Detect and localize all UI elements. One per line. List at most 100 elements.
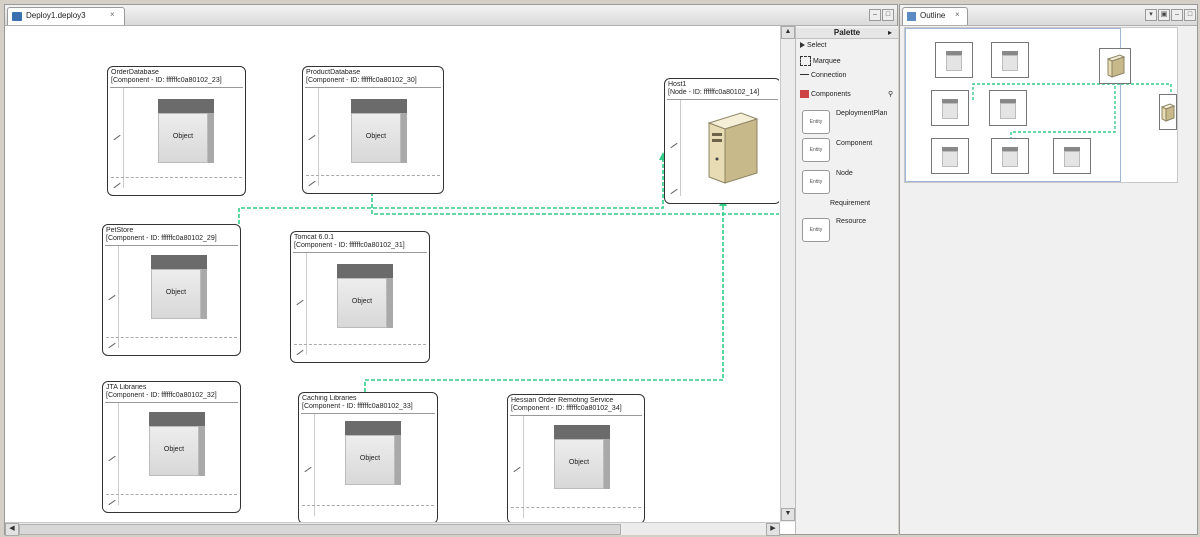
object-cube-icon: Object bbox=[337, 264, 393, 328]
editor-tab[interactable]: Deploy1.deploy3 × bbox=[7, 7, 125, 25]
palette-entry-node[interactable]: Entity Node bbox=[796, 166, 898, 194]
minimize-button[interactable]: – bbox=[1171, 9, 1183, 21]
entity-icon: Entity bbox=[802, 138, 830, 162]
server-icon bbox=[1106, 54, 1126, 78]
outline-component bbox=[931, 90, 969, 126]
entity-icon: Entity bbox=[802, 218, 830, 242]
component-title: PetStore [Component - ID: ffffffc0a80102_… bbox=[106, 227, 217, 242]
outline-node bbox=[1159, 94, 1177, 130]
outline-node bbox=[1099, 48, 1131, 84]
object-cube-icon: Object bbox=[345, 421, 401, 485]
compartment-divider bbox=[302, 505, 434, 506]
outline-component bbox=[1053, 138, 1091, 174]
compartment-divider bbox=[511, 507, 641, 508]
palette-title: Palette bbox=[796, 28, 898, 39]
components-drawer-label: Components bbox=[811, 90, 851, 98]
component-title: OrderDatabase [Component - ID: ffffffc0a8… bbox=[111, 69, 222, 84]
scroll-left-icon[interactable]: ◀ bbox=[5, 523, 19, 536]
editor-tab-label: Deploy1.deploy3 bbox=[26, 11, 86, 20]
object-label: Object bbox=[359, 455, 381, 462]
palette-entry-label: Resource bbox=[836, 218, 866, 225]
compartment-divider bbox=[306, 175, 440, 176]
diagram-editor-pane: Deploy1.deploy3 × – □ OrderDatabase [Comp… bbox=[4, 4, 898, 536]
palette-connection-tool[interactable]: Connection bbox=[800, 72, 846, 84]
node-title: Host1 [Node - ID: ffffffc0a80102_14] bbox=[668, 81, 760, 96]
palette-select-tool[interactable]: Select bbox=[800, 42, 826, 54]
outline-icon bbox=[907, 12, 916, 21]
maximize-button[interactable]: □ bbox=[882, 9, 894, 21]
outline-tab[interactable]: Outline × bbox=[902, 7, 968, 25]
object-label: Object bbox=[163, 446, 185, 453]
component-product-database[interactable]: ProductDatabase [Component - ID: ffffffc0… bbox=[302, 66, 444, 194]
palette-entry-requirement[interactable]: Requirement bbox=[796, 198, 898, 212]
compartment-divider bbox=[294, 344, 426, 345]
marquee-label: Marquee bbox=[813, 57, 841, 65]
object-label: Object bbox=[172, 133, 194, 140]
title-separator bbox=[301, 413, 435, 414]
node-host1[interactable]: Host1 [Node - ID: ffffffc0a80102_14] bbox=[664, 78, 779, 204]
component-jta-libraries[interactable]: JTA Libraries [Component - ID: ffffffc0a8… bbox=[102, 381, 241, 513]
pin-icon[interactable]: ⚲ bbox=[888, 90, 893, 98]
object-label: Object bbox=[365, 133, 387, 140]
outline-component bbox=[991, 42, 1029, 78]
title-separator bbox=[105, 245, 238, 246]
object-label: Object bbox=[351, 298, 373, 305]
deploy-file-icon bbox=[12, 12, 22, 21]
diagram-canvas[interactable]: OrderDatabase [Component - ID: ffffffc0a8… bbox=[5, 26, 779, 522]
component-pet-store[interactable]: PetStore [Component - ID: ffffffc0a80102_… bbox=[102, 224, 241, 356]
component-hessian-service[interactable]: Hessian Order Remoting Service [Component… bbox=[507, 394, 645, 522]
outline-tab-bar: Outline × ▾ ▣ – □ bbox=[900, 5, 1197, 26]
compartment-divider bbox=[106, 494, 237, 495]
horizontal-scrollbar[interactable]: ◀ ▶ bbox=[5, 522, 780, 536]
palette-entry-deploymentplan[interactable]: Entity DeploymentPlan bbox=[796, 106, 898, 134]
compartment-bar bbox=[111, 88, 124, 188]
object-cube-icon: Object bbox=[149, 412, 205, 476]
component-order-database[interactable]: OrderDatabase [Component - ID: ffffffc0a8… bbox=[107, 66, 246, 196]
entity-icon: Entity bbox=[802, 170, 830, 194]
title-separator bbox=[293, 252, 427, 253]
compartment-divider bbox=[111, 177, 242, 178]
object-cube-icon: Object bbox=[151, 255, 207, 319]
horizontal-scroll-thumb[interactable] bbox=[19, 524, 621, 535]
palette-entry-resource[interactable]: Entity Resource bbox=[796, 216, 898, 244]
close-tab-icon[interactable]: × bbox=[110, 10, 115, 19]
object-label: Object bbox=[165, 289, 187, 296]
scroll-up-icon[interactable]: ▲ bbox=[781, 26, 795, 39]
object-cube-icon: Object bbox=[158, 99, 214, 163]
outline-thumbnail-button[interactable]: ▣ bbox=[1158, 9, 1170, 21]
component-title: ProductDatabase [Component - ID: ffffffc0… bbox=[306, 69, 417, 84]
outline-view-menu-button[interactable]: ▾ bbox=[1145, 9, 1157, 21]
component-title: JTA Libraries [Component - ID: ffffffc0a8… bbox=[106, 384, 217, 399]
title-separator bbox=[110, 87, 243, 88]
entity-icon: Entity bbox=[802, 110, 830, 134]
scroll-down-icon[interactable]: ▼ bbox=[781, 508, 795, 521]
maximize-button[interactable]: □ bbox=[1184, 9, 1196, 21]
palette-entry-label: Component bbox=[836, 140, 873, 147]
title-separator bbox=[510, 415, 642, 416]
palette-entry-label: DeploymentPlan bbox=[836, 110, 888, 117]
object-cube-icon: Object bbox=[351, 99, 407, 163]
scroll-right-icon[interactable]: ▶ bbox=[766, 523, 780, 536]
component-caching-libraries[interactable]: Caching Libraries [Component - ID: ffffff… bbox=[298, 392, 438, 522]
outline-thumbnail[interactable] bbox=[904, 27, 1178, 183]
compartment-bar bbox=[106, 403, 119, 505]
server-icon bbox=[1160, 103, 1176, 122]
vertical-scrollbar[interactable]: ▲ ▼ bbox=[780, 26, 795, 522]
palette-marquee-tool[interactable]: Marquee bbox=[800, 56, 841, 68]
palette-components-drawer[interactable]: Components bbox=[800, 90, 851, 102]
component-title: Hessian Order Remoting Service [Component… bbox=[511, 397, 622, 412]
palette-entry-component[interactable]: Entity Component bbox=[796, 134, 898, 162]
components-drawer-icon bbox=[800, 90, 809, 98]
server-icon bbox=[707, 112, 759, 184]
compartment-bar bbox=[302, 414, 315, 516]
outline-tab-label: Outline bbox=[920, 11, 946, 20]
component-tomcat[interactable]: Tomcat 6.0.1 [Component - ID: ffffffc0a80… bbox=[290, 231, 430, 363]
arrow-cursor-icon bbox=[800, 42, 805, 49]
outline-component bbox=[989, 90, 1027, 126]
title-separator bbox=[105, 402, 238, 403]
close-tab-icon[interactable]: × bbox=[955, 10, 960, 19]
outline-pane: Outline × ▾ ▣ – □ bbox=[899, 4, 1198, 535]
palette-collapse-icon[interactable]: ▸ bbox=[888, 28, 892, 37]
minimize-button[interactable]: – bbox=[869, 9, 881, 21]
object-cube-icon: Object bbox=[554, 425, 610, 489]
